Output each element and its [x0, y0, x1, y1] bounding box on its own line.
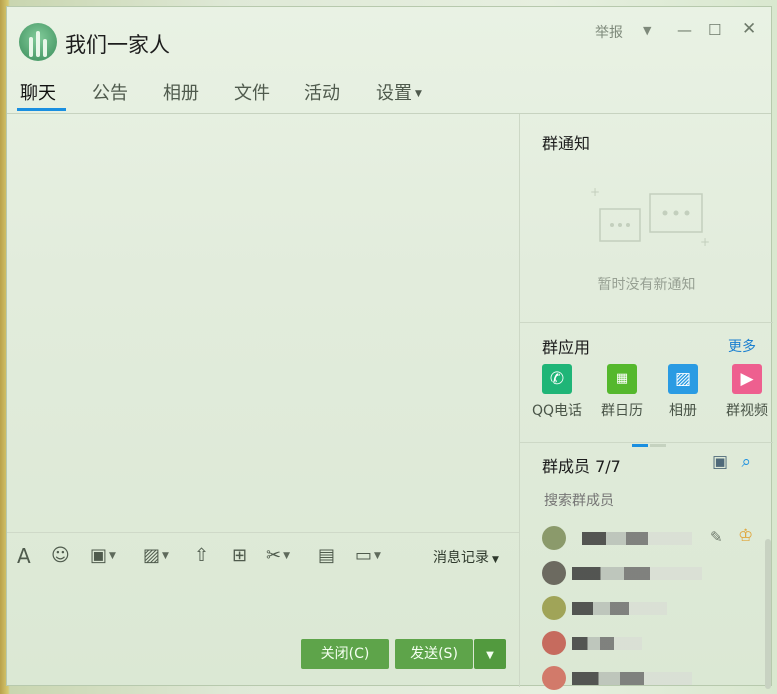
message-history-button[interactable]: 消息记录 ▼ — [433, 547, 499, 567]
member-manage-icon[interactable]: ▣ — [712, 452, 728, 472]
avatar — [542, 631, 566, 655]
member-tools: ▣ ⌕ — [712, 452, 751, 472]
gif-icon[interactable]: ▣ ▼ — [90, 545, 116, 567]
archive-icon[interactable]: ▤ — [318, 545, 335, 567]
title-bar: 我们一家人 举报 ▼ — ☐ ✕ — [7, 7, 771, 69]
app-video[interactable]: ▶ 群视频 — [717, 364, 777, 420]
member-row[interactable] — [542, 559, 767, 589]
notice-title: 群通知 — [542, 134, 591, 153]
members-scrollbar[interactable] — [765, 539, 771, 689]
app-label: 相册 — [669, 403, 697, 419]
notice-empty-text: 暂时没有新通知 — [597, 277, 696, 293]
member-name-redacted — [572, 637, 642, 650]
divider — [520, 322, 773, 323]
search-icon[interactable]: ⌕ — [741, 452, 751, 472]
apps-title: 群应用 — [542, 338, 591, 357]
member-row[interactable]: ✎ ♔ — [542, 524, 767, 554]
message-history-label: 消息记录 — [433, 550, 489, 566]
tab-files[interactable]: 文件 — [234, 79, 270, 105]
avatar — [542, 666, 566, 690]
input-toolbar: A ☺ ▣ ▼ ▨ ▼ ⇧ ⊞ ✂ ▼ ▤ ▭ ▼ 消息记录 ▼ — [7, 532, 519, 578]
tab-chat[interactable]: 聊天 — [20, 79, 56, 105]
tab-album[interactable]: 相册 — [163, 79, 199, 105]
close-button[interactable]: 关闭(C) — [301, 639, 389, 669]
chevron-down-icon: ▼ — [415, 89, 422, 99]
message-area[interactable] — [7, 114, 519, 531]
calendar-icon: ▦ — [607, 364, 637, 394]
app-label: 群日历 — [601, 403, 643, 419]
group-name[interactable]: 我们一家人 — [65, 29, 170, 59]
member-name-redacted — [582, 532, 692, 545]
svg-text:+: + — [700, 235, 710, 249]
minimize-button[interactable]: — — [677, 21, 692, 39]
send-options-button[interactable]: ▼ — [474, 639, 506, 669]
app-qq-call[interactable]: ✆ QQ电话 — [527, 364, 587, 420]
app-album[interactable]: ▨ 相册 — [653, 364, 713, 420]
phone-icon: ✆ — [542, 364, 572, 394]
member-search-input[interactable] — [542, 486, 771, 516]
video-icon: ▶ — [732, 364, 762, 394]
image-icon[interactable]: ▨ ▼ — [143, 545, 169, 567]
chevron-down-icon: ▼ — [486, 650, 494, 661]
avatar — [542, 526, 566, 550]
notice-illustration-icon: + + — [590, 185, 710, 249]
svg-text:+: + — [590, 185, 600, 199]
close-window-button[interactable]: ✕ — [742, 19, 756, 39]
app-calendar[interactable]: ▦ 群日历 — [592, 364, 652, 420]
font-icon[interactable]: A — [17, 545, 31, 567]
member-name-redacted — [572, 602, 667, 615]
tab-announcement[interactable]: 公告 — [92, 79, 128, 105]
maximize-button[interactable]: ☐ — [708, 21, 721, 39]
chat-record-icon[interactable]: ▭ ▼ — [355, 545, 381, 567]
app-label: QQ电话 — [531, 403, 583, 419]
album-icon: ▨ — [668, 364, 698, 394]
upload-icon[interactable]: ⇧ — [194, 545, 209, 567]
owner-icon: ♔ — [738, 526, 754, 546]
chevron-down-icon: ▼ — [492, 555, 499, 565]
tab-settings[interactable]: 设置 ▼ — [376, 79, 422, 105]
member-name-redacted — [572, 567, 702, 580]
group-avatar[interactable] — [19, 23, 57, 61]
scissors-icon[interactable]: ✂ ▼ — [266, 545, 290, 567]
emoji-icon[interactable]: ☺ — [51, 545, 70, 567]
app-label: 群视频 — [726, 403, 768, 419]
members-title: 群成员 7/7 — [542, 457, 621, 476]
edit-icon[interactable]: ✎ — [710, 528, 723, 546]
member-name-redacted — [572, 672, 692, 685]
report-button[interactable]: 举报 — [595, 22, 623, 42]
member-row[interactable] — [542, 629, 767, 659]
tab-settings-label: 设置 — [376, 83, 412, 104]
active-tab-indicator — [17, 108, 66, 111]
avatar — [542, 561, 566, 585]
chevron-down-icon[interactable]: ▼ — [643, 24, 651, 37]
divider — [520, 442, 773, 443]
divider — [519, 114, 520, 687]
send-button[interactable]: 发送(S) — [395, 639, 473, 669]
more-apps-link[interactable]: 更多 — [728, 336, 756, 356]
member-row[interactable] — [542, 594, 767, 624]
avatar — [542, 596, 566, 620]
gift-icon[interactable]: ⊞ — [232, 545, 247, 567]
tab-activity[interactable]: 活动 — [304, 79, 340, 105]
group-chat-window: 我们一家人 举报 ▼ — ☐ ✕ 聊天 公告 相册 文件 活动 设置 ▼ A ☺ … — [6, 6, 773, 690]
